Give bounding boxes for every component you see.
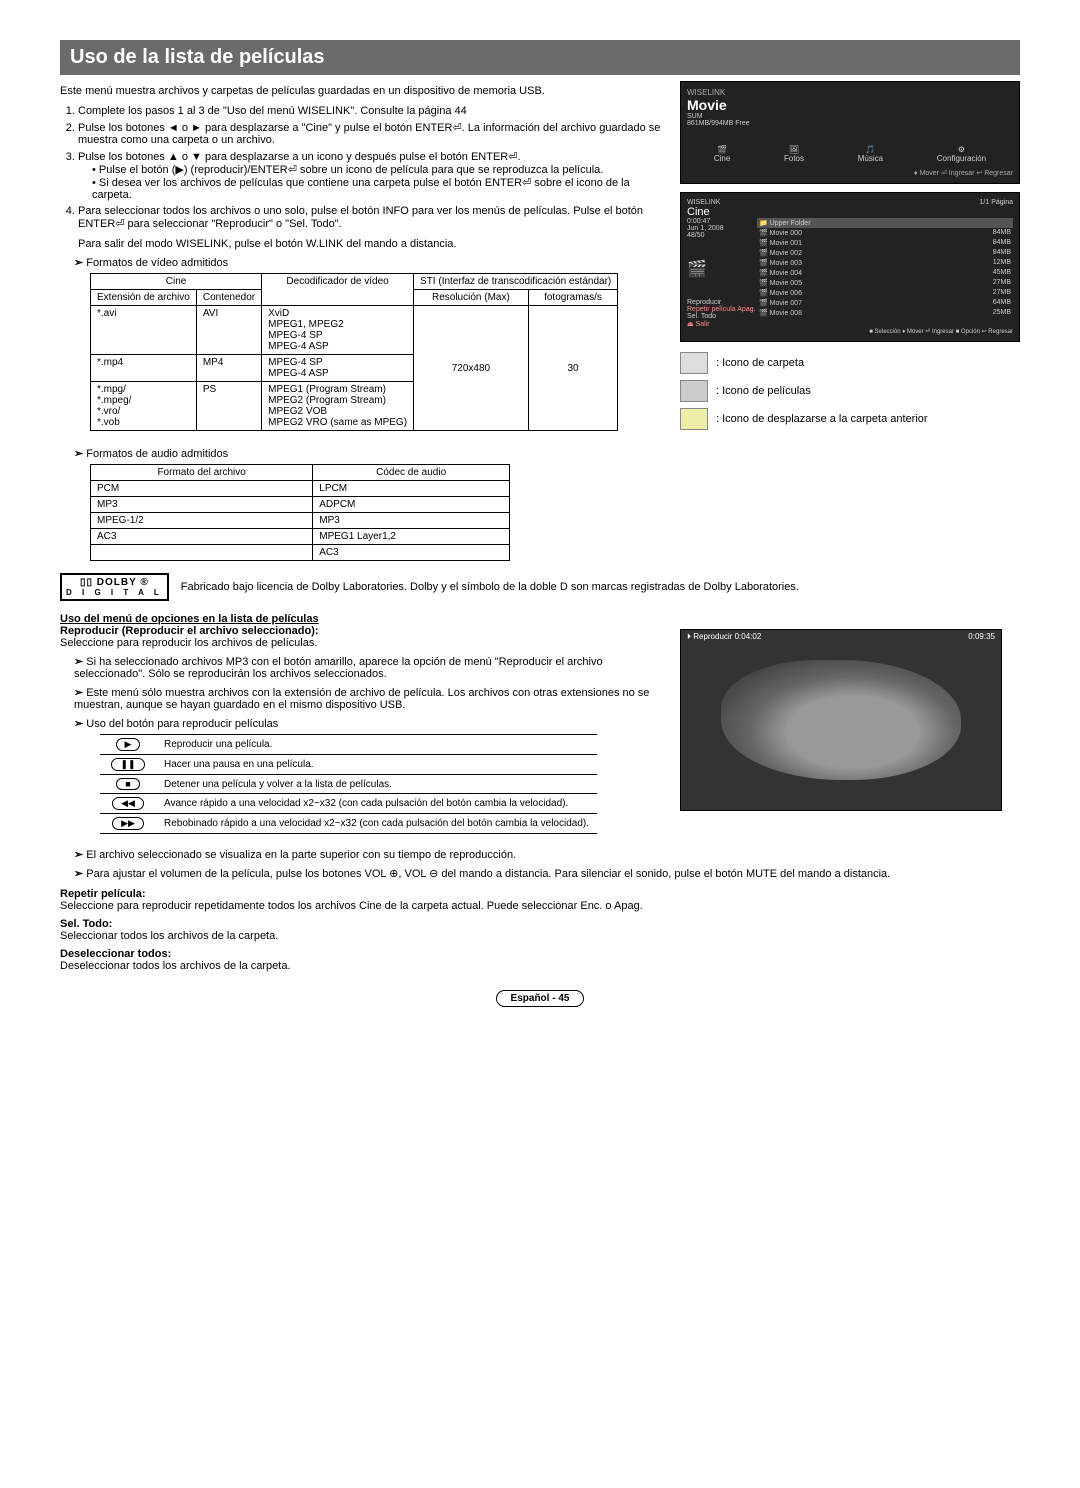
video-formats-heading: Formatos de vídeo admitidos [74, 256, 664, 269]
audio-formats-table: Formato del archivoCódec de audio PCMLPC… [90, 464, 510, 561]
folder-icon [680, 352, 708, 374]
options-heading: Uso del menú de opciones en la lista de … [60, 613, 1020, 625]
sel-todo-heading: Sel. Todo: [60, 918, 1020, 930]
repetir-text: Seleccione para reproducir repetidamente… [60, 900, 1020, 912]
play-icon: ▶ [116, 738, 141, 751]
deseleccionar-heading: Deseleccionar todos: [60, 948, 1020, 960]
step-3: Pulse los botones ▲ o ▼ para desplazarse… [78, 150, 664, 201]
reproducir-text: Seleccione para reproducir los archivos … [60, 637, 664, 649]
stop-icon: ■ [116, 778, 139, 790]
movie-icon [680, 380, 708, 402]
cat-fotos-icon: 🖼Fotos [784, 145, 804, 163]
note-vol: Para ajustar el volumen de la película, … [74, 867, 1020, 880]
dolby-logo: ▯▯ DOLBY ®D I G I T A L [60, 573, 169, 601]
rep-note-2: Este menú sólo muestra archivos con la e… [74, 686, 664, 711]
steps-list: Complete los pasos 1 al 3 de "Uso del me… [78, 105, 664, 230]
reproducir-heading: Reproducir (Reproducir el archivo selecc… [60, 625, 664, 637]
note-top: El archivo seleccionado se visualiza en … [74, 848, 1020, 861]
video-formats-table: Cine Decodificador de vídeo STI (Interfa… [90, 273, 618, 431]
play-buttons-table: ▶Reproducir una película. ❚❚Hacer una pa… [100, 734, 597, 834]
sel-todo-text: Seleccionar todos los archivos de la car… [60, 930, 1020, 942]
exit-note: Para salir del modo WISELINK, pulse el b… [78, 238, 664, 250]
back-folder-icon [680, 408, 708, 430]
pause-icon: ❚❚ [111, 758, 144, 771]
page-title: Uso de la lista de películas [60, 40, 1020, 75]
rewind-icon: ◀◀ [112, 797, 144, 810]
cat-config-icon: ⚙Configuración [937, 145, 986, 163]
page-footer: Español - 45 [60, 992, 1020, 1004]
cat-cine-icon: 🎬Cine [714, 145, 730, 163]
screenshot-playback: ⏵ Reproducir 0:04:020:09:35 [680, 629, 1002, 811]
rep-note-1: Si ha seleccionado archivos MP3 con el b… [74, 655, 664, 680]
dolby-notice: ▯▯ DOLBY ®D I G I T A L Fabricado bajo l… [60, 573, 1020, 601]
play-btn-heading: Uso del botón para reproducir películas [74, 717, 664, 730]
step-4: Para seleccionar todos los archivos o un… [78, 205, 664, 230]
icons-legend: : Icono de carpeta : Icono de películas … [680, 352, 1020, 430]
step-2: Pulse los botones ◄ o ► para desplazarse… [78, 121, 664, 146]
ffwd-icon: ▶▶ [112, 817, 144, 830]
screenshot-movie-list: WISELINK1/1 Página Cine 0:00:47 Jun 1, 2… [680, 192, 1020, 342]
audio-formats-heading: Formatos de audio admitidos [74, 447, 1020, 460]
cat-musica-icon: 🎵Música [858, 145, 883, 163]
step-1: Complete los pasos 1 al 3 de "Uso del me… [78, 105, 664, 117]
animal-image [721, 660, 961, 780]
screenshot-movie-menu: WISELINK Movie SUM 861MB/994MB Free 🎬Cin… [680, 81, 1020, 184]
intro-text: Este menú muestra archivos y carpetas de… [60, 85, 664, 97]
deseleccionar-text: Deseleccionar todos los archivos de la c… [60, 960, 1020, 972]
repetir-heading: Repetir película: [60, 888, 1020, 900]
